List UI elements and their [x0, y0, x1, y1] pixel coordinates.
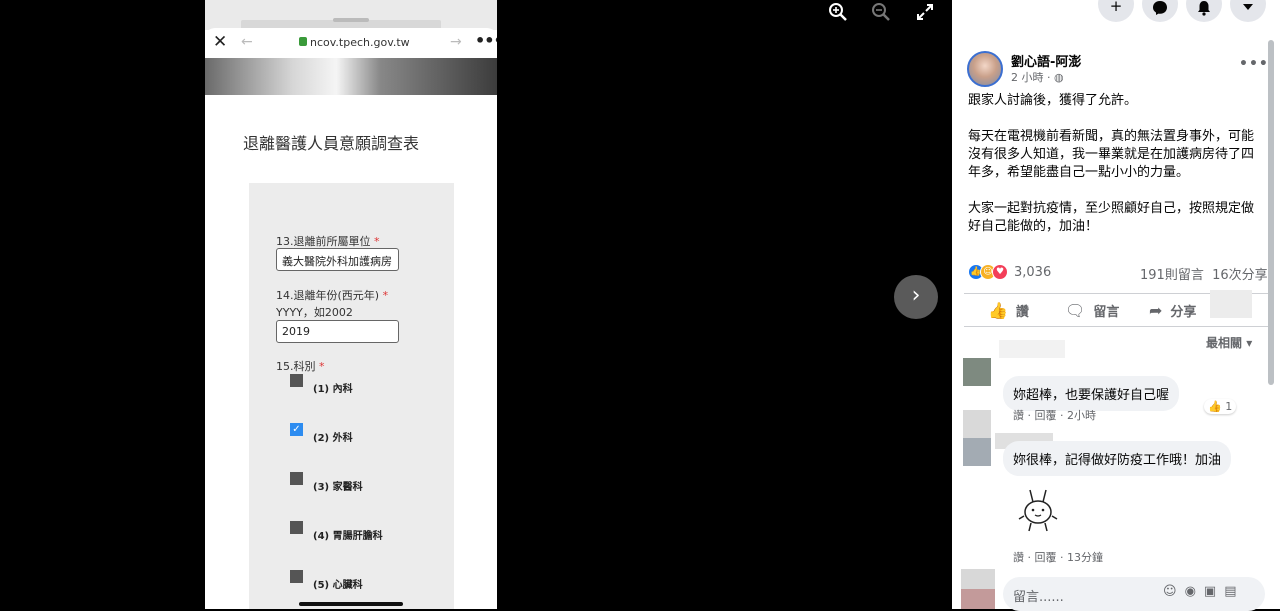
gif-icon[interactable]: ▣ — [1204, 584, 1224, 599]
q14-label: 14.退離年份(西元年) * — [276, 289, 389, 302]
forward-arrow-icon: → — [450, 34, 462, 50]
q13-label: 13.退離前所屬單位 * — [276, 235, 380, 248]
lock-icon — [299, 37, 307, 46]
post-paragraph-2: 每天在電視機前看新聞，真的無法置身事外，可能沒有很多人知道，我一畢業就是在加護病… — [968, 129, 1255, 180]
phone-notch — [333, 18, 369, 22]
sort-dropdown[interactable]: 最相關 ▾ — [1206, 334, 1252, 351]
back-arrow-icon: ← — [241, 34, 253, 50]
url-text: ncov.tpech.gov.tw — [310, 36, 410, 49]
q14-hint: YYYY，如2002 — [276, 306, 353, 319]
comment-bubble-2: 妳很棒，記得做好防疫工作哦！加油 — [1003, 441, 1232, 476]
post-paragraph-1: 跟家人討論後，獲得了允許。 — [968, 93, 1138, 108]
checkbox-option-3 — [290, 472, 303, 485]
post-text: 跟家人討論後，獲得了允許。 每天在電視機前看新聞，真的無法置身事外，可能沒有很多… — [968, 92, 1264, 254]
camera-icon[interactable]: ◉ — [1185, 584, 1204, 599]
like-button[interactable]: 👍 讚 — [988, 301, 1029, 320]
thumbs-up-icon: 👍 — [988, 301, 1008, 320]
bell-icon[interactable] — [1186, 0, 1222, 22]
post-sidebar: + 劉心語-阿澎 2 小時 · ◍ ••• 跟家人討論後，獲得了允許。 每天在電… — [952, 0, 1280, 609]
comment-bubble-1: 妳超棒，也要保護好自己喔 — [1003, 376, 1180, 411]
q15-label: 15.科別 * — [276, 360, 325, 373]
like-icon: 👍 — [1208, 400, 1222, 413]
next-photo-button[interactable]: › — [894, 275, 938, 319]
photo-viewer: ✕ ← ncov.tpech.gov.tw → ••• 退離醫護人員意願調查表 … — [0, 0, 952, 609]
option-label-1: (1) 內科 — [313, 384, 353, 395]
reaction-summary[interactable]: 👍 ☺ ♥ 3,036 — [968, 263, 1051, 281]
option-label-5: (5) 心臟科 — [313, 580, 363, 591]
current-user-avatar — [961, 569, 995, 609]
checkbox-option-1 — [290, 374, 303, 387]
option-label-4: (4) 胃腸肝膽科 — [313, 531, 383, 542]
comment-icon: 🗨 — [1065, 301, 1086, 320]
love-reaction-icon: ♥ — [992, 264, 1008, 280]
checkbox-option-4 — [290, 521, 303, 534]
post-paragraph-3: 大家一起對抗疫情，至少照顧好自己，按照規定做好自己能做的，加油！ — [968, 201, 1255, 234]
author-name[interactable]: 劉心語-阿澎 — [1011, 51, 1081, 70]
chevron-down-icon[interactable] — [1230, 0, 1266, 22]
reaction-count: 3,036 — [1014, 264, 1052, 280]
option-label-3: (3) 家醫科 — [313, 482, 363, 493]
sticker-icon[interactable]: ▤ — [1224, 584, 1244, 599]
q14-input: 2019 — [276, 320, 399, 343]
browser-menu-icon: ••• — [475, 31, 497, 50]
top-icon-row: + — [952, 0, 1280, 22]
close-icon: ✕ — [213, 32, 228, 52]
zoom-in-icon[interactable] — [828, 2, 848, 22]
comment-meta-2[interactable]: 讚 · 回覆 · 13分鐘 — [1013, 549, 1103, 565]
actions-divider-bottom — [964, 326, 1268, 327]
q13-input: 義大醫院外科加護病房 — [276, 248, 399, 271]
blurred-name — [999, 340, 1065, 358]
avatar[interactable] — [967, 51, 1003, 87]
blurred-region — [1210, 290, 1252, 318]
scrollbar[interactable] — [1268, 40, 1274, 385]
option-label-2: (2) 外科 — [313, 433, 353, 444]
comment-like-badge: 👍 1 — [1204, 399, 1237, 414]
rabbit-sticker-icon — [1018, 489, 1058, 532]
commenter-avatar[interactable] — [963, 358, 991, 386]
home-indicator — [299, 602, 403, 606]
fullscreen-icon[interactable] — [916, 3, 934, 21]
create-icon[interactable]: + — [1098, 0, 1134, 22]
messenger-icon[interactable] — [1142, 0, 1178, 22]
commenter-avatar[interactable] — [963, 410, 991, 438]
globe-icon: ◍ — [1054, 71, 1064, 84]
browser-url-bar: ✕ ← ncov.tpech.gov.tw → ••• — [205, 28, 497, 58]
phone-status-bar — [205, 0, 497, 30]
share-count[interactable]: 16次分享 — [1212, 268, 1268, 283]
form-banner-image — [205, 58, 497, 95]
comment-meta-1[interactable]: 讚 · 回覆 · 2小時 — [1013, 407, 1096, 423]
emoji-icon[interactable]: ☺ — [1163, 584, 1185, 599]
comment-count[interactable]: 191則留言 — [1140, 268, 1204, 283]
commenter-avatar[interactable] — [963, 438, 991, 466]
zoom-out-icon[interactable] — [871, 2, 891, 22]
share-icon: ➦ — [1149, 301, 1163, 320]
post-timestamp[interactable]: 2 小時 · ◍ — [1011, 69, 1064, 85]
form-title: 退離醫護人員意願調查表 — [243, 134, 420, 153]
checkbox-option-2: ✓ — [290, 423, 303, 436]
comment-share-counts[interactable]: 191則留言 16次分享 — [1140, 264, 1268, 283]
share-button[interactable]: ➦ 分享 — [1149, 301, 1196, 320]
comment-button[interactable]: 🗨 留言 — [1065, 301, 1119, 320]
comment-input-icons: ☺◉▣▤ — [1163, 584, 1245, 599]
form-card: 13.退離前所屬單位 * 義大醫院外科加護病房 14.退離年份(西元年) * Y… — [249, 183, 454, 609]
more-options-icon[interactable]: ••• — [1239, 56, 1269, 72]
checkbox-option-5 — [290, 570, 303, 583]
screenshot-image: ✕ ← ncov.tpech.gov.tw → ••• 退離醫護人員意願調查表 … — [205, 0, 497, 609]
